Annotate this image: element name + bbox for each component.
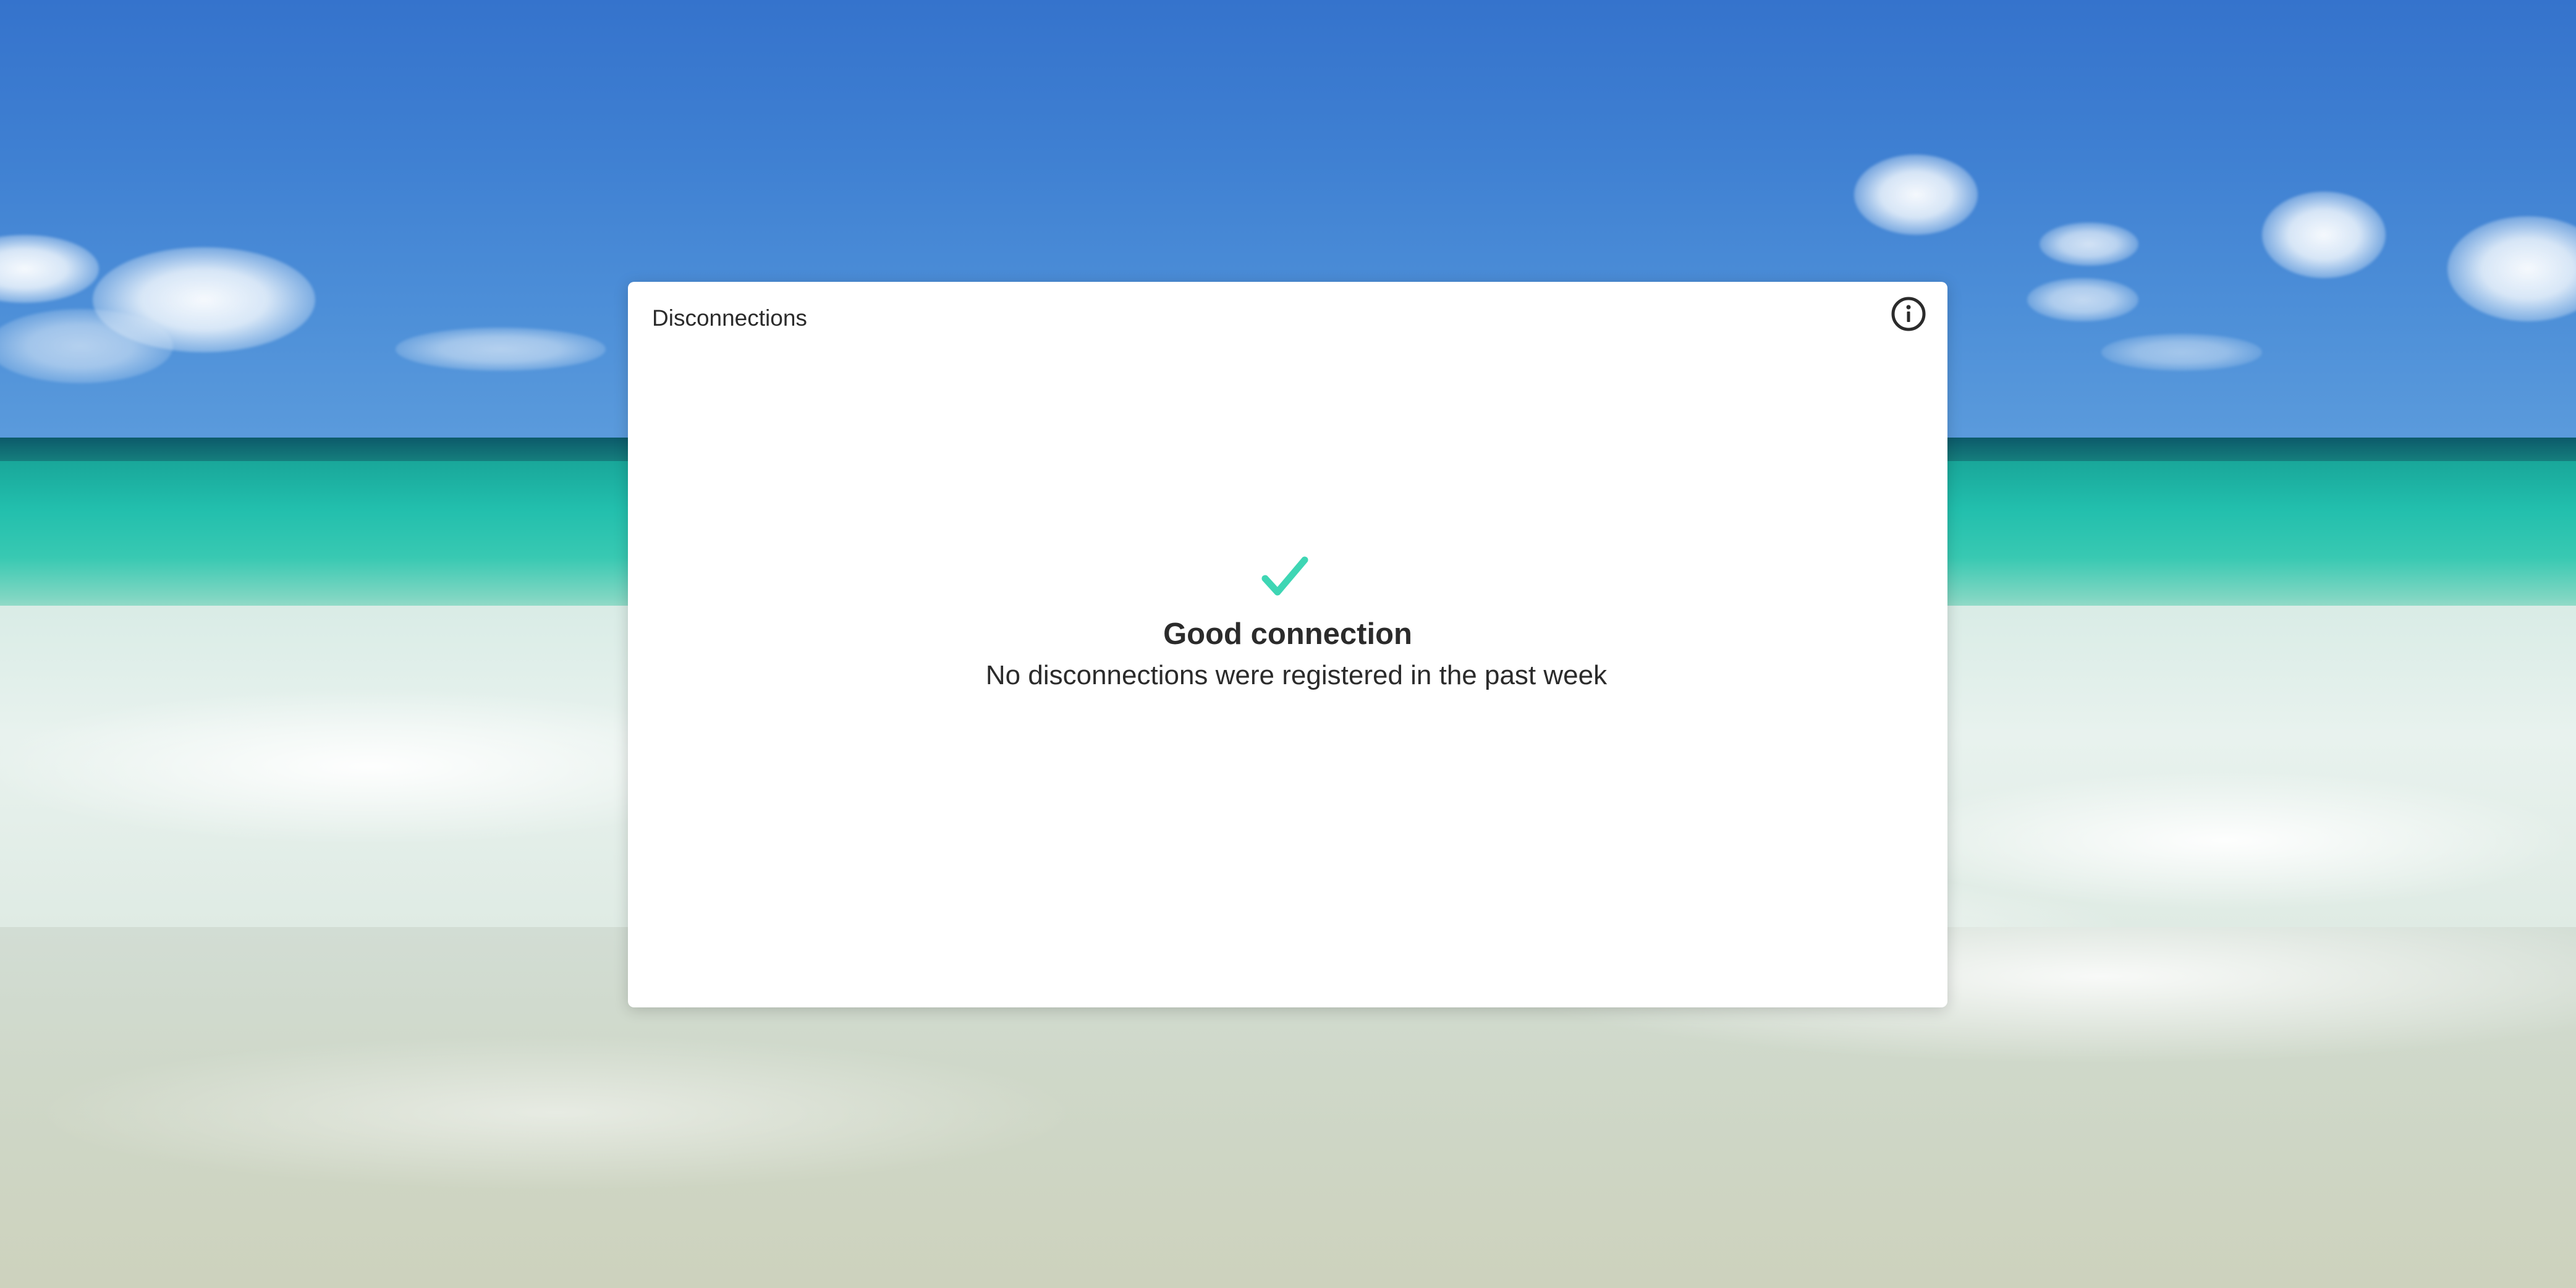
info-circle-icon[interactable] — [1890, 295, 1927, 333]
cloud — [2262, 192, 2386, 278]
cloud — [2027, 278, 2138, 321]
cloud — [2040, 222, 2138, 266]
cloud — [2101, 334, 2262, 371]
connection-status: Good connection No disconnections were r… — [628, 554, 1947, 691]
disconnections-panel: Disconnections Good connection No discon… — [628, 282, 1947, 1007]
panel-title: Disconnections — [652, 305, 807, 331]
cloud — [396, 328, 606, 371]
cloud — [1854, 155, 1978, 235]
status-title: Good connection — [1163, 617, 1412, 651]
status-message: No disconnections were registered in the… — [985, 660, 1608, 690]
checkmark-icon — [1254, 554, 1316, 603]
